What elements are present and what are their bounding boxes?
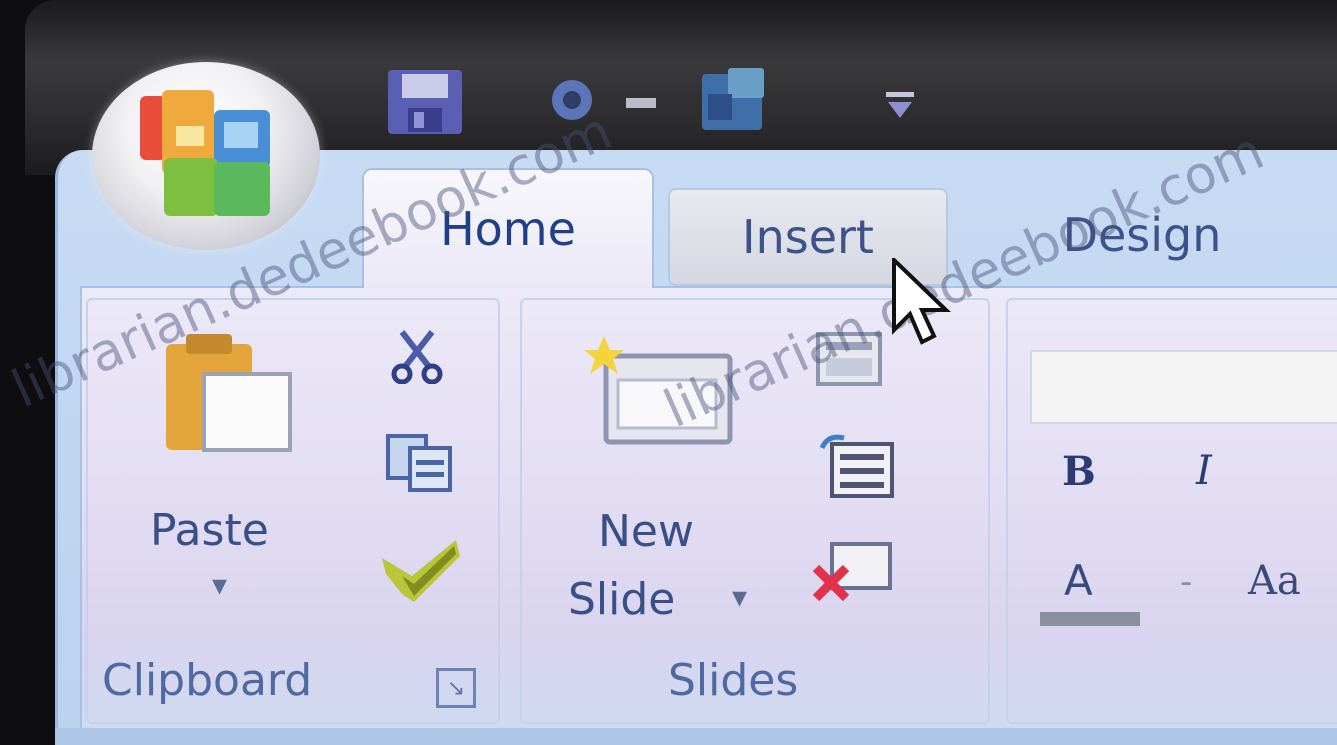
customize-qat-icon	[886, 92, 914, 118]
slides-group-label: Slides	[668, 655, 799, 706]
font-color-dropdown[interactable]: -	[1180, 562, 1192, 602]
redo-button[interactable]	[698, 64, 770, 134]
paste-dropdown-arrow[interactable]: ▾	[212, 568, 227, 603]
tab-insert-label: Insert	[742, 210, 874, 264]
delete-slide-icon	[812, 542, 892, 602]
new-slide-label-line2[interactable]: Slide	[568, 574, 675, 625]
reset-button[interactable]	[818, 430, 896, 500]
chevron-down-icon	[626, 98, 656, 108]
clipboard-group-label: Clipboard	[102, 655, 313, 706]
reset-icon	[819, 434, 894, 498]
paste-label[interactable]: Paste	[150, 505, 269, 556]
font-name-combo[interactable]	[1030, 350, 1337, 424]
delete-slide-button[interactable]	[810, 540, 894, 604]
format-painter-button[interactable]	[378, 536, 464, 606]
font-color-button[interactable]: A	[1064, 556, 1093, 605]
copy-icon	[386, 434, 452, 492]
undo-dropdown[interactable]	[618, 88, 664, 118]
customize-qat-button[interactable]	[880, 86, 920, 126]
scissors-icon	[391, 330, 443, 385]
save-button[interactable]	[386, 68, 464, 136]
redo-icon	[702, 68, 764, 130]
office-button[interactable]	[92, 62, 320, 250]
clipboard-dialog-launcher[interactable]: ↘	[436, 668, 476, 708]
new-slide-dropdown-arrow[interactable]: ▾	[732, 580, 747, 615]
format-painter-icon	[382, 540, 460, 602]
change-case-button[interactable]: Aa	[1248, 558, 1301, 604]
dialog-launcher-icon: ↘	[446, 675, 466, 701]
new-slide-label-line1[interactable]: New	[598, 506, 694, 557]
font-color-bar	[1040, 612, 1140, 626]
italic-button[interactable]: I	[1196, 448, 1212, 494]
save-icon	[388, 70, 462, 134]
office-orb-icon	[140, 90, 270, 216]
copy-button[interactable]	[384, 432, 454, 494]
cut-button[interactable]	[388, 328, 446, 385]
ribbon-bottom-edge	[55, 728, 1337, 745]
bold-button[interactable]: B	[1062, 448, 1096, 495]
app-window: Home Insert Design Paste ▾ Clipboard ↘ N…	[0, 0, 1337, 745]
mouse-pointer-icon	[892, 258, 951, 345]
